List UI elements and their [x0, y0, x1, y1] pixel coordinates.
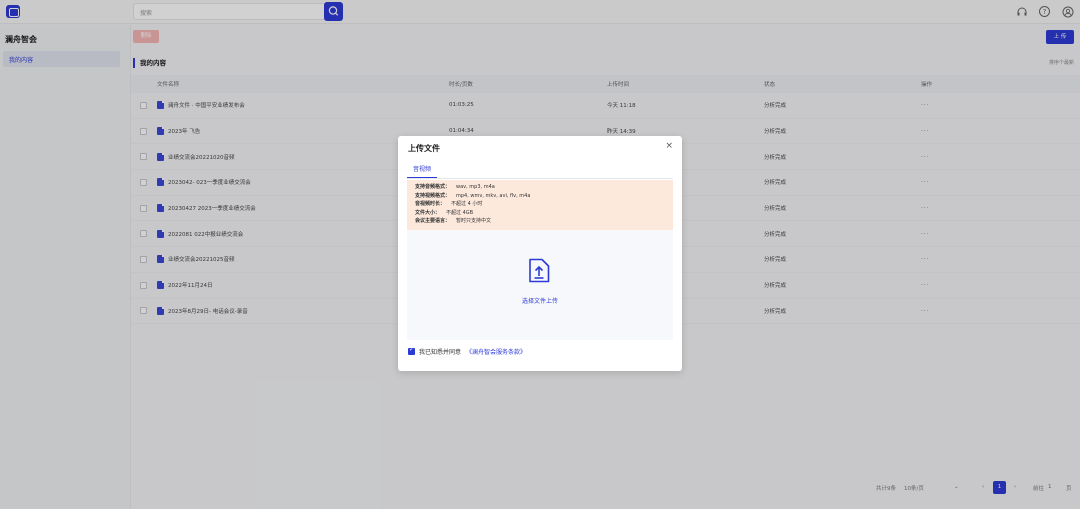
agree-checkbox[interactable] [408, 346, 415, 355]
terms-link[interactable]: 《澜舟智会服务条款》 [466, 347, 526, 356]
format-info-line: 支持视频格式： mp4, wmv, mkv, avi, flv, m4a [415, 192, 665, 201]
format-info-line: 音视频时长： 不超过 4 小时 [415, 200, 665, 209]
format-info-line: 会议主要语言： 暂时只支持中文 [415, 217, 665, 226]
terms-agreement: 我已知悉并同意 《澜舟智会服务条款》 [408, 346, 526, 356]
info-key: 支持音频格式： [415, 184, 451, 190]
info-value: 暂时只支持中文 [456, 218, 492, 225]
info-value: mp4, wmv, mkv, avi, flv, m4a [456, 192, 531, 199]
tab-divider [407, 178, 673, 179]
info-key: 音视频时长： [415, 201, 446, 208]
info-key: 会议主要语言： [415, 218, 451, 225]
tab-audio-video[interactable]: 音视频 [407, 164, 437, 178]
close-icon[interactable]: × [665, 141, 673, 151]
info-key: 支持视频格式： [415, 192, 451, 199]
format-info-line: 文件大小： 不超过 4GB [415, 209, 665, 218]
modal-title: 上传文件 [408, 144, 440, 153]
format-info-line: 支持音频格式： wav, mp3, m4a [415, 183, 665, 192]
info-value: wav, mp3, m4a [456, 184, 495, 190]
info-key: 文件大小： [415, 209, 441, 216]
format-info-panel: 支持音频格式： wav, mp3, m4a 支持视频格式： mp4, wmv, mkv… [407, 180, 673, 230]
info-value: 不超过 4GB [446, 209, 474, 216]
file-drop-zone[interactable]: 选择文件上传 [407, 230, 673, 340]
select-file-label[interactable]: 选择文件上传 [407, 296, 673, 305]
agree-text: 我已知悉并同意 [419, 349, 462, 356]
upload-modal: 上传文件 × 音视频 支持音频格式： wav, mp3, m4a 支持视频格式： mp… [398, 136, 682, 371]
upload-file-icon [529, 258, 550, 283]
info-value: 不超过 4 小时 [451, 201, 483, 208]
